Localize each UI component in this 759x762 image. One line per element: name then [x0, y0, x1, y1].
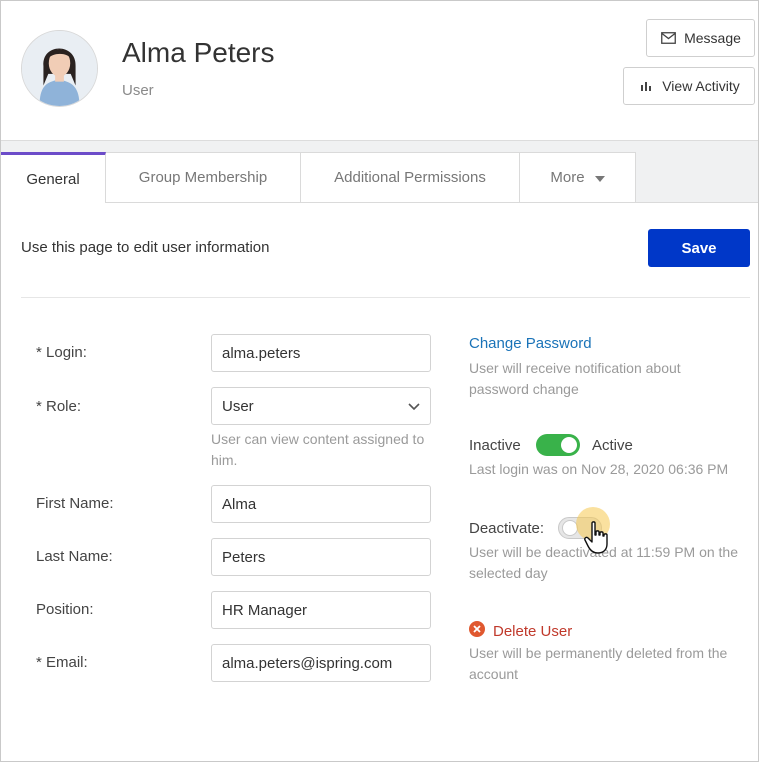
- last-name-label: Last Name:: [36, 548, 113, 565]
- change-password-hint: User will receive notification about pas…: [469, 360, 681, 397]
- last-name-value: Peters: [222, 548, 266, 566]
- position-value: HR Manager: [222, 601, 308, 619]
- view-activity-label: View Activity: [662, 78, 740, 94]
- tab-group-membership-label: Group Membership: [138, 169, 268, 186]
- role-select[interactable]: User: [211, 387, 431, 425]
- active-label: Active: [592, 437, 633, 454]
- first-name-label: First Name:: [36, 495, 114, 512]
- position-input[interactable]: HR Manager: [211, 591, 431, 629]
- email-value: alma.peters@ispring.com: [222, 654, 393, 672]
- inactive-label: Inactive: [469, 437, 521, 454]
- tab-list: General Group Membership Additional Perm…: [1, 152, 636, 203]
- delete-user-link[interactable]: Delete User: [469, 621, 572, 642]
- tab-additional-permissions[interactable]: Additional Permissions: [301, 152, 520, 203]
- delete-circle-icon: [469, 621, 485, 642]
- user-role: User: [122, 82, 154, 99]
- delete-user-hint: User will be permanently deleted from th…: [469, 645, 728, 682]
- caret-down-icon: [594, 169, 605, 186]
- role-hint: User can view content assigned to him.: [211, 431, 425, 468]
- tab-general[interactable]: General: [1, 152, 106, 203]
- tab-general-label: General: [26, 170, 80, 188]
- view-activity-button[interactable]: View Activity: [623, 67, 755, 105]
- role-label: * Role:: [36, 398, 82, 415]
- active-toggle-knob: [561, 437, 577, 453]
- email-label: * Email:: [36, 654, 88, 671]
- tabs-divider: [105, 202, 758, 203]
- email-input[interactable]: alma.peters@ispring.com: [211, 644, 431, 682]
- login-value: alma.peters: [222, 344, 301, 362]
- profile-header: Alma Peters User Message View Activity: [1, 1, 758, 140]
- login-label: * Login:: [36, 344, 87, 361]
- section-divider: [21, 297, 750, 298]
- page-description: Use this page to edit user information: [21, 239, 270, 256]
- user-profile-window: Alma Peters User Message View Activity G…: [0, 0, 759, 762]
- hand-cursor-icon: [584, 521, 610, 555]
- active-toggle[interactable]: [536, 434, 580, 456]
- tab-group-membership[interactable]: Group Membership: [106, 152, 301, 203]
- last-login-text: Last login was on Nov 28, 2020 06:36 PM: [469, 461, 729, 477]
- envelope-icon: [660, 30, 676, 46]
- first-name-input[interactable]: Alma: [211, 485, 431, 523]
- change-password-link[interactable]: Change Password: [469, 335, 592, 352]
- delete-user-label: Delete User: [493, 623, 573, 640]
- save-button[interactable]: Save: [648, 229, 750, 267]
- bar-chart-icon: [638, 78, 654, 94]
- avatar: [21, 30, 98, 107]
- role-value: User: [222, 397, 254, 415]
- deactivate-label: Deactivate:: [469, 520, 545, 537]
- chevron-down-icon: [408, 398, 420, 415]
- last-name-input[interactable]: Peters: [211, 538, 431, 576]
- user-name: Alma Peters: [122, 37, 275, 68]
- tab-more[interactable]: More: [520, 152, 636, 203]
- tab-more-label: More: [550, 169, 585, 186]
- position-label: Position:: [36, 601, 94, 618]
- message-button[interactable]: Message: [646, 19, 755, 57]
- first-name-value: Alma: [222, 495, 257, 513]
- login-input[interactable]: alma.peters: [211, 334, 431, 372]
- message-button-label: Message: [684, 30, 741, 46]
- tab-additional-permissions-label: Additional Permissions: [334, 169, 486, 186]
